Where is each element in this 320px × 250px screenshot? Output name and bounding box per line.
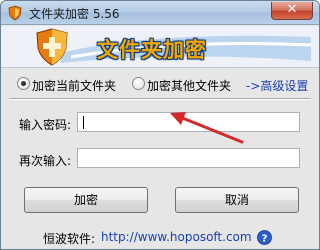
confirm-password-field[interactable] [77, 148, 300, 168]
advanced-settings-link[interactable]: ->高级设置 [246, 77, 308, 94]
help-icon[interactable]: ? [257, 230, 272, 245]
title-bar[interactable]: 文件夹加密 5.56 ✕ [1, 1, 319, 25]
confirm-label: 再次输入: [19, 154, 72, 168]
password-label: 输入密码: [19, 118, 72, 132]
cancel-button[interactable]: 取消 [175, 187, 299, 213]
radio-other-folder[interactable] [132, 77, 145, 90]
shield-icon [8, 5, 22, 21]
encrypt-button[interactable]: 加密 [24, 187, 148, 213]
close-icon: ✕ [286, 2, 298, 17]
radio-current-folder[interactable] [17, 77, 30, 90]
website-link[interactable]: http://www.hoposoft.com [101, 230, 252, 244]
app-window: 文件夹加密 5.56 ✕ 文件夹加密 加密当前文件夹 加密其他文件夹 ->高级设… [0, 0, 320, 250]
banner-title: 文件夹加密 [97, 38, 207, 62]
shield-icon [36, 28, 68, 66]
close-button[interactable]: ✕ [271, 2, 313, 20]
divider [9, 98, 311, 100]
radio-label-other-folder[interactable]: 加密其他文件夹 [147, 77, 231, 94]
mode-selector: 加密当前文件夹 加密其他文件夹 ->高级设置 [1, 75, 319, 93]
arrow-icon [170, 112, 244, 144]
company-label: 恒波软件: [43, 232, 96, 246]
radio-label-current-folder[interactable]: 加密当前文件夹 [32, 77, 116, 94]
svg-text:?: ? [262, 233, 268, 244]
banner: 文件夹加密 [1, 26, 319, 68]
window-title: 文件夹加密 5.56 [29, 7, 120, 21]
text-caret [83, 116, 84, 129]
